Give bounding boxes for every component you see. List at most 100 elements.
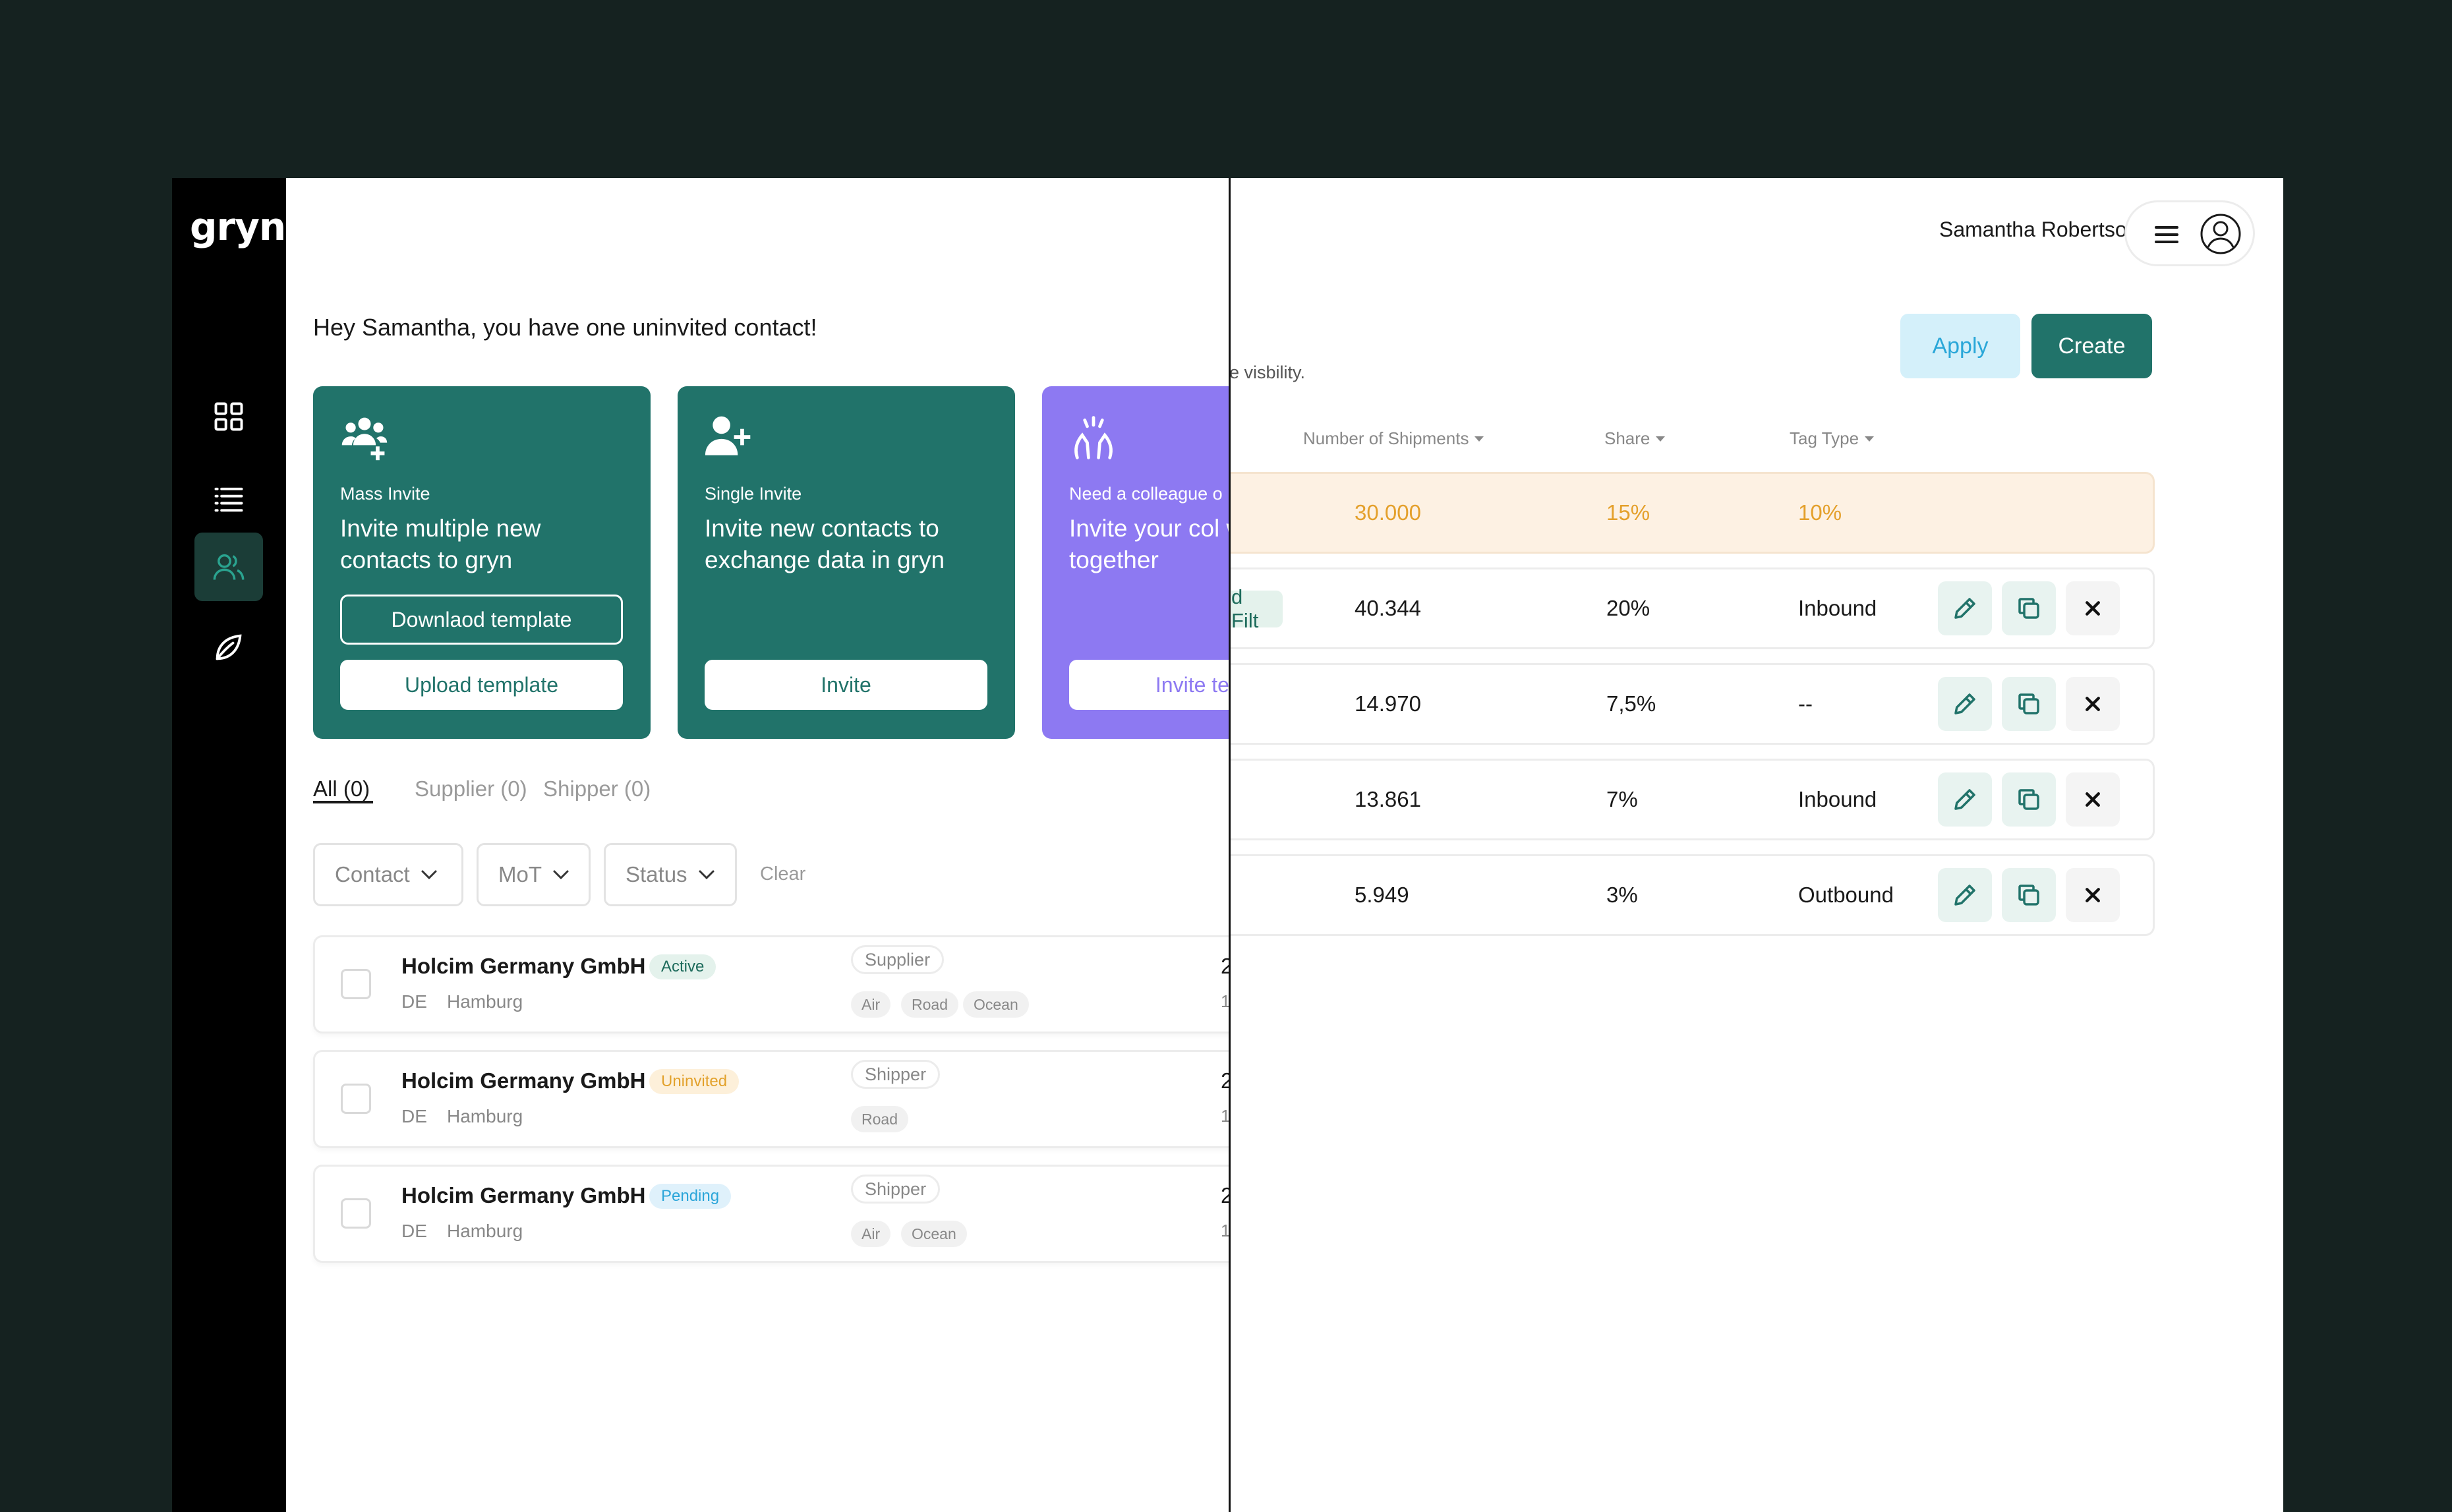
duplicate-button[interactable] [2002, 868, 2056, 922]
tab-all[interactable]: All (0) [313, 776, 370, 801]
single-invite-card: Single Invite Invite new contacts to exc… [678, 386, 1015, 739]
contact-row[interactable]: Holcim Germany GmbH Pending DE Hamburg S… [313, 1165, 1229, 1263]
clear-filters-link[interactable]: Clear [760, 863, 805, 885]
company-name: Holcim Germany GmbH [401, 1068, 646, 1093]
tab-shipper[interactable]: Shipper (0) [543, 776, 651, 801]
edit-button[interactable] [1938, 772, 1992, 827]
card-title: Invite your col work together [1069, 515, 1229, 573]
mot-chip: Ocean [963, 991, 1029, 1018]
upload-template-button[interactable]: Upload template [340, 660, 623, 710]
role-chip: Shipper [851, 1175, 941, 1204]
share-cell: 7,5% [1606, 691, 1656, 716]
card-subtitle: Single Invite [705, 484, 802, 504]
table-row[interactable]: 14.970 7,5% -- [1231, 663, 2155, 745]
edit-button[interactable] [1938, 677, 1992, 731]
mot-filter[interactable]: MoT [477, 843, 591, 906]
tag-type-cell: 10% [1798, 500, 1842, 525]
shipments-cell: 13.861 [1355, 787, 1421, 811]
nav-contacts[interactable] [194, 533, 263, 601]
tab-supplier[interactable]: Supplier (0) [415, 776, 527, 801]
status-filter-label: Status [626, 862, 687, 887]
row-checkbox[interactable] [341, 1084, 371, 1114]
status-filter[interactable]: Status [604, 843, 737, 906]
column-header-label: Share [1604, 428, 1650, 448]
mot-chip: Ocean [901, 1221, 967, 1247]
delete-button[interactable] [2066, 581, 2120, 635]
row-value: 23 [1221, 1183, 1229, 1207]
copy-icon [2018, 885, 2039, 906]
row-subvalue: 157 [1221, 1221, 1229, 1240]
delete-button[interactable] [2066, 677, 2120, 731]
mot-chip: Air [851, 1221, 891, 1247]
tags-panel: Samantha Robertson Apply Create e visbil… [1231, 178, 2283, 1512]
column-header-label: Number of Shipments [1303, 428, 1469, 448]
city: Hamburg [447, 1106, 523, 1126]
column-header-shipments[interactable]: Number of Shipments [1303, 428, 1484, 449]
user-name: Samantha Robertson [1939, 218, 2139, 241]
contact-filter[interactable]: Contact [313, 843, 463, 906]
apply-button[interactable]: Apply [1900, 314, 2020, 378]
user-add-icon [705, 416, 751, 455]
city: Hamburg [447, 991, 523, 1012]
contact-filter-label: Contact [335, 862, 410, 887]
shipments-cell: 5.949 [1355, 883, 1409, 907]
table-row[interactable]: 13.861 7% Inbound [1231, 759, 2155, 840]
country-code: DE [401, 1221, 427, 1241]
column-header-tag-type[interactable]: Tag Type [1790, 428, 1875, 449]
edit-button[interactable] [1938, 868, 1992, 922]
duplicate-button[interactable] [2002, 772, 2056, 827]
column-header-share[interactable]: Share [1604, 428, 1666, 449]
delete-button[interactable] [2066, 772, 2120, 827]
sort-caret-icon [1656, 436, 1666, 442]
card-subtitle: Mass Invite [340, 484, 430, 504]
duplicate-button[interactable] [2002, 581, 2056, 635]
country-code: DE [401, 1106, 427, 1126]
tag-type-cell: Outbound [1798, 883, 1894, 907]
close-icon [2086, 888, 2100, 902]
row-subvalue: 157 [1221, 991, 1229, 1011]
logo: gryn [190, 204, 286, 249]
visibility-description: e visbility. [1231, 363, 1306, 382]
user-menu-button[interactable] [2124, 200, 2255, 266]
card-title: Invite multiple new contacts to gryn [340, 515, 541, 573]
delete-button[interactable] [2066, 868, 2120, 922]
close-icon [2086, 792, 2100, 807]
tag-type-cell: Inbound [1798, 787, 1877, 811]
chevron-down-icon [699, 870, 715, 880]
greeting: Hey Samantha, you have one uninvited con… [313, 314, 817, 341]
leaf-icon [216, 634, 242, 660]
close-icon [2086, 601, 2100, 616]
mot-chip: Road [851, 1106, 908, 1132]
invite-button[interactable]: Invite [705, 660, 987, 710]
country-code: DE [401, 991, 427, 1012]
contact-row[interactable]: Holcim Germany GmbH Uninvited DE Hamburg… [313, 1050, 1229, 1148]
group-add-icon [341, 417, 388, 461]
invite-team-button[interactable]: Invite team- [1069, 660, 1229, 710]
mass-invite-card: Mass Invite Invite multiple new contacts… [313, 386, 651, 739]
nav-dashboard[interactable] [194, 382, 263, 451]
download-template-button[interactable]: Downlaod template [340, 595, 623, 645]
table-row[interactable]: 30.000 15% 10% [1231, 472, 2155, 554]
row-value: 23 [1221, 954, 1229, 978]
shipments-cell: 40.344 [1355, 596, 1421, 620]
shipments-cell: 30.000 [1355, 500, 1421, 525]
duplicate-button[interactable] [2002, 677, 2056, 731]
sidebar: gryn [172, 178, 286, 1512]
edit-button[interactable] [1938, 581, 1992, 635]
sort-caret-icon [1865, 436, 1875, 442]
nav-list[interactable] [194, 465, 263, 533]
row-checkbox[interactable] [341, 1198, 371, 1229]
table-row[interactable]: 5.949 3% Outbound [1231, 854, 2155, 936]
table-row[interactable]: d Filt 40.344 20% Inbound [1231, 567, 2155, 649]
share-cell: 3% [1606, 883, 1638, 907]
create-button[interactable]: Create [2031, 314, 2152, 378]
user-profile-icon [2200, 214, 2241, 254]
contact-row[interactable]: Holcim Germany GmbH Active DE Hamburg Su… [313, 935, 1229, 1033]
nav-sustainability[interactable] [194, 613, 263, 682]
row-value: 23 [1221, 1068, 1229, 1093]
row-subvalue: 157 [1221, 1106, 1229, 1126]
status-badge: Active [649, 954, 716, 979]
role-chip: Supplier [851, 945, 945, 974]
row-checkbox[interactable] [341, 969, 371, 999]
card-subtitle: Need a colleague o [1069, 484, 1223, 504]
